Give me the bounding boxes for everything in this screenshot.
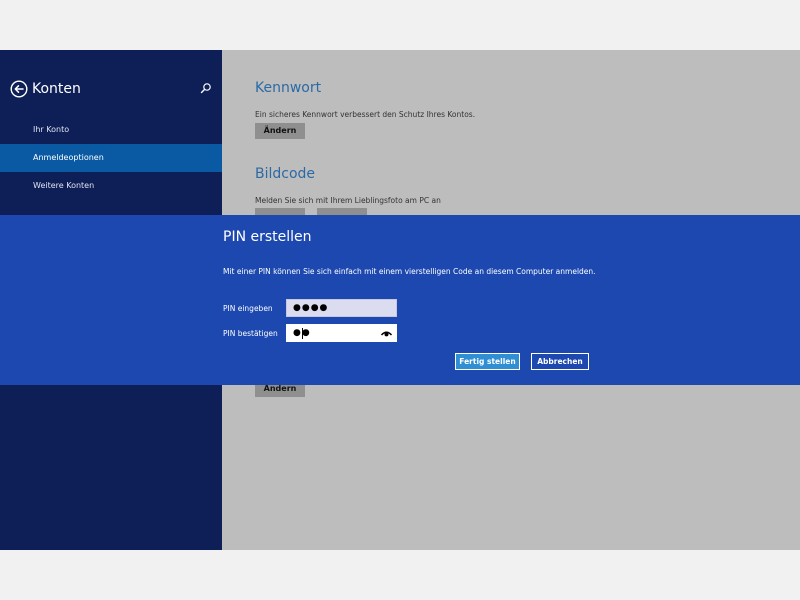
sidebar-title: Konten [32, 81, 81, 97]
pin-label: PIN eingeben [223, 304, 273, 313]
sidebar-item-anmeldeoptionen[interactable]: Anmeldeoptionen [0, 144, 222, 172]
search-icon[interactable] [200, 82, 212, 94]
eye-icon[interactable] [381, 329, 392, 338]
sidebar-item-weitere-konten[interactable]: Weitere Konten [0, 172, 222, 200]
settings-screen: Konten Ihr Konto Anmeldeoptionen Weitere… [0, 50, 800, 550]
sidebar-header: Konten [10, 78, 212, 102]
confirm-pin-input[interactable]: ●● [286, 324, 397, 342]
pin-input[interactable]: ●●●● [286, 299, 397, 317]
change-password-button[interactable]: Ändern [255, 123, 305, 139]
dialog-title: PIN erstellen [223, 229, 312, 245]
cancel-button[interactable]: Abbrechen [531, 353, 589, 370]
back-arrow-icon[interactable] [10, 80, 28, 98]
picture-code-section-title: Bildcode [255, 166, 316, 182]
create-pin-dialog: PIN erstellen Mit einer PIN können Sie s… [0, 215, 800, 385]
dialog-description: Mit einer PIN können Sie sich einfach mi… [223, 267, 596, 276]
sidebar-item-label: Ihr Konto [33, 125, 70, 134]
picture-code-description: Melden Sie sich mit Ihrem Lieblingsfoto … [255, 196, 441, 205]
sidebar-item-label: Anmeldeoptionen [33, 153, 104, 162]
sidebar-item-ihr-konto[interactable]: Ihr Konto [0, 116, 222, 144]
password-section-title: Kennwort [255, 80, 322, 96]
pin-input-value: ●●●● [293, 303, 329, 313]
text-caret [302, 328, 303, 339]
sidebar-item-label: Weitere Konten [33, 181, 95, 190]
finish-button[interactable]: Fertig stellen [455, 353, 520, 370]
confirm-pin-label: PIN bestätigen [223, 329, 278, 338]
password-description: Ein sicheres Kennwort verbessert den Sch… [255, 110, 476, 119]
